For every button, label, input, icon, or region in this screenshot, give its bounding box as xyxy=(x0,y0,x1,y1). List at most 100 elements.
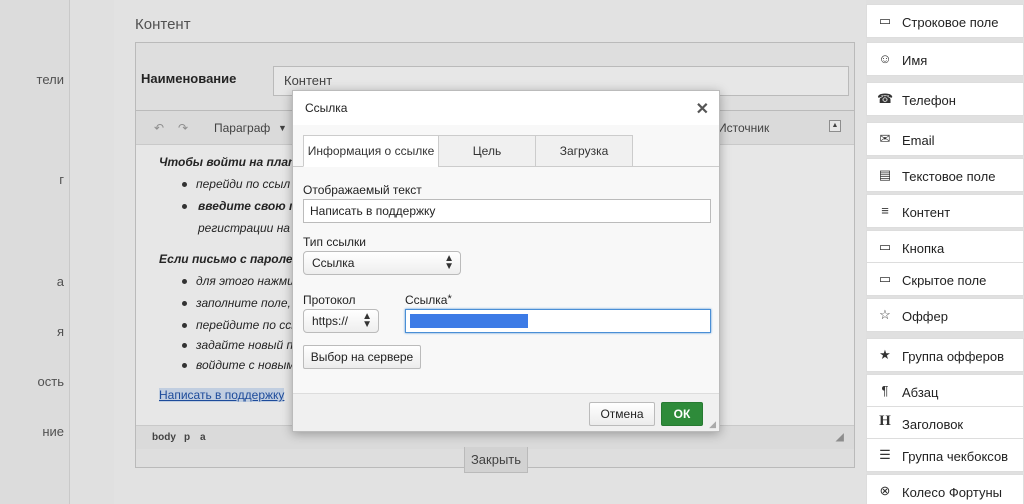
element-paragraph[interactable]: ¶ Абзац xyxy=(866,374,1024,408)
element-offer-group[interactable]: ★ Группа офферов xyxy=(866,338,1024,372)
select-arrows-icon: ▲ ▼ xyxy=(444,253,454,272)
bullet-icon xyxy=(182,182,187,187)
element-fortune-wheel[interactable]: ⊗ Колесо Фортуны xyxy=(866,474,1024,504)
left-sidebar: тели г а я ость ние xyxy=(0,0,70,504)
element-email[interactable]: ✉ Email xyxy=(866,122,1024,156)
element-content[interactable]: ≡ Контент xyxy=(866,194,1024,228)
display-text-label: Отображаемый текст xyxy=(303,183,422,197)
browse-server-button[interactable]: Выбор на сервере xyxy=(303,345,421,369)
list-item: задайте новый па xyxy=(196,338,300,352)
element-label: Кнопка xyxy=(902,241,945,256)
list-item: перейди по ссыл xyxy=(196,177,291,191)
bullet-icon xyxy=(182,323,187,328)
url-input[interactable] xyxy=(405,309,711,333)
element-label: Скрытое поле xyxy=(902,273,987,288)
resize-handle-icon[interactable]: ◢ xyxy=(709,419,716,430)
element-label: Текстовое поле xyxy=(902,169,996,184)
button-icon: ▭ xyxy=(878,239,892,254)
element-heading[interactable]: H Заголовок xyxy=(866,406,1024,440)
dialog-header: Ссылка ✕ xyxy=(293,91,719,125)
bullet-icon xyxy=(182,279,187,284)
element-phone[interactable]: ☎ Телефон xyxy=(866,82,1024,116)
name-label: Наименование xyxy=(141,71,237,86)
bullet-icon xyxy=(182,363,187,368)
element-label: Контент xyxy=(902,205,951,220)
sidebar-item[interactable]: я xyxy=(0,324,64,339)
cancel-button[interactable]: Отмена xyxy=(589,402,655,426)
paragraph-icon: ¶ xyxy=(881,383,889,398)
url-label: Ссылка* xyxy=(405,293,452,307)
protocol-value: https:// xyxy=(312,314,349,328)
heading-icon: H xyxy=(879,413,891,429)
bullet-icon xyxy=(182,301,187,306)
select-arrows-icon: ▲ ▼ xyxy=(362,311,372,330)
protocol-label: Протокол xyxy=(303,293,356,307)
close-tab-button[interactable]: Закрыть xyxy=(464,447,528,473)
hidden-field-icon: ▭ xyxy=(878,271,892,286)
sidebar-item[interactable]: ние xyxy=(0,424,64,439)
element-button[interactable]: ▭ Кнопка xyxy=(866,230,1024,264)
paragraph: Чтобы войти на платф xyxy=(159,155,310,169)
sidebar-item[interactable]: ость xyxy=(0,374,64,389)
link-type-value: Ссылка xyxy=(312,256,355,270)
tab-upload[interactable]: Загрузка xyxy=(535,135,633,167)
user-icon: ☺ xyxy=(878,51,892,66)
sidebar-item[interactable]: г xyxy=(0,172,64,187)
wheel-icon: ⊗ xyxy=(879,483,891,498)
element-hidden-field[interactable]: ▭ Скрытое поле xyxy=(866,262,1024,296)
element-label: Колесо Фортуны xyxy=(902,485,1003,500)
required-marker: * xyxy=(447,293,452,305)
tab-link-info[interactable]: Информация о ссылке xyxy=(303,135,439,167)
element-string-field[interactable]: ▭ Строковое поле xyxy=(866,4,1024,38)
url-selection-highlight xyxy=(410,314,528,328)
collapse-toolbar-icon[interactable]: ▲ xyxy=(829,120,841,132)
path-a[interactable]: a xyxy=(200,432,206,443)
bullet-icon xyxy=(182,204,187,209)
url-label-text: Ссылка xyxy=(405,293,448,307)
textarea-icon: ▤ xyxy=(878,167,892,182)
dialog-title: Ссылка xyxy=(305,101,348,115)
tab-target[interactable]: Цель xyxy=(438,135,536,167)
dialog-footer: Отмена ОК ◢ xyxy=(293,393,719,431)
element-label: Абзац xyxy=(902,385,939,400)
element-checkbox-group[interactable]: ☰ Группа чекбоксов xyxy=(866,438,1024,472)
input-field-icon: ▭ xyxy=(878,13,892,28)
element-name[interactable]: ☺ Имя xyxy=(866,42,1024,76)
list-item: заполните поле, xyxy=(196,296,291,310)
sidebar-item[interactable]: тели xyxy=(0,72,64,87)
list-item: введите свою по xyxy=(198,199,304,213)
path-body[interactable]: body xyxy=(152,432,176,443)
element-label: Email xyxy=(902,133,935,148)
bullet-icon xyxy=(182,343,187,348)
format-dropdown[interactable]: Параграф xyxy=(214,121,270,135)
element-label: Группа чекбоксов xyxy=(902,449,1009,464)
link-type-label: Тип ссылки xyxy=(303,235,366,249)
elements-panel: ▭ Строковое поле ☺ Имя ☎ Телефон ✉ Email ▤ Те… xyxy=(866,4,1024,504)
text-lines-icon: ≡ xyxy=(881,203,889,218)
close-icon[interactable]: ✕ xyxy=(696,99,709,119)
path-p[interactable]: p xyxy=(184,432,190,443)
phone-icon: ☎ xyxy=(877,91,894,106)
list-item: регистрации на В xyxy=(198,221,302,235)
redo-icon[interactable]: ↷ xyxy=(178,121,188,135)
sidebar-item[interactable]: а xyxy=(0,274,64,289)
star-outline-icon: ☆ xyxy=(879,307,891,322)
envelope-icon: ✉ xyxy=(879,131,891,146)
element-label: Оффер xyxy=(902,309,948,324)
dialog-body: Информация о ссылке Цель Загрузка Отобра… xyxy=(293,125,719,393)
list-item: войдите с новым xyxy=(196,358,295,372)
element-label: Группа офферов xyxy=(902,349,1005,364)
element-textarea[interactable]: ▤ Текстовое поле xyxy=(866,158,1024,192)
element-offer[interactable]: ☆ Оффер xyxy=(866,298,1024,332)
element-label: Имя xyxy=(902,53,928,68)
display-text-input[interactable]: Написать в поддержку xyxy=(303,199,711,223)
source-button[interactable]: Источник xyxy=(718,121,769,135)
section-title: Контент xyxy=(135,16,191,33)
undo-icon[interactable]: ↶ xyxy=(154,121,164,135)
protocol-select[interactable]: https:// ▲ ▼ xyxy=(303,309,379,333)
support-link[interactable]: Написать в поддержку xyxy=(159,388,285,402)
resize-handle-icon[interactable]: ◢ xyxy=(836,432,844,443)
element-label: Строковое поле xyxy=(902,15,999,30)
ok-button[interactable]: ОК xyxy=(661,402,703,426)
link-type-select[interactable]: Ссылка ▲ ▼ xyxy=(303,251,461,275)
